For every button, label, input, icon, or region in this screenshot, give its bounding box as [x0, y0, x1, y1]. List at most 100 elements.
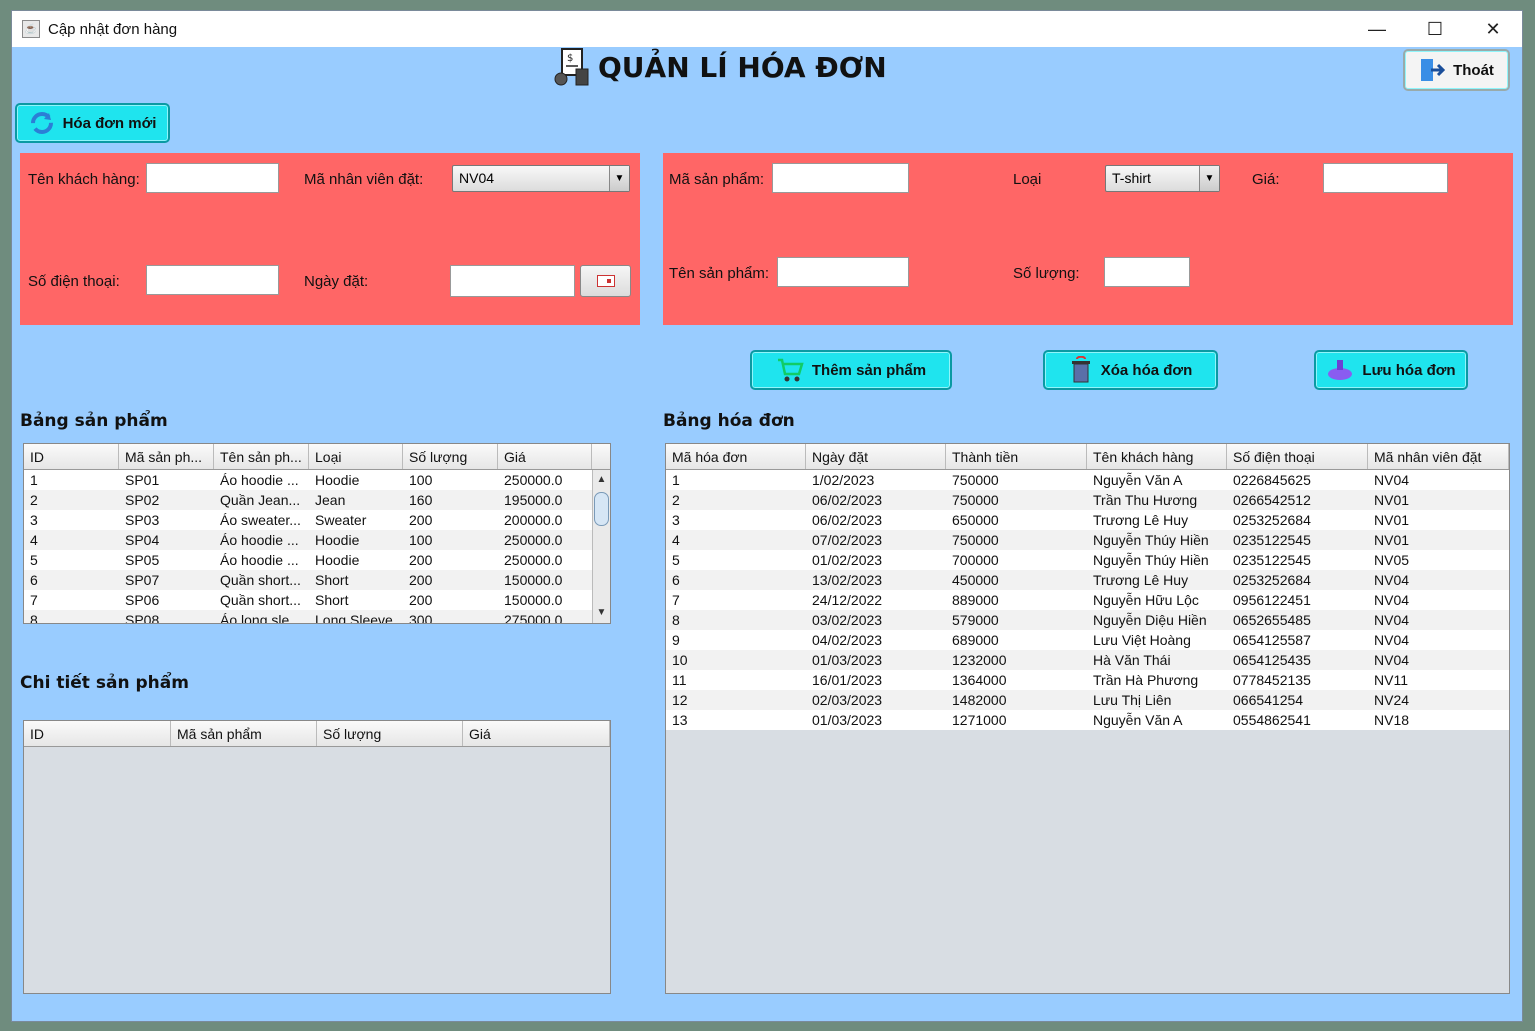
table-row[interactable]: 13 01/03/2023 1271000 Nguyễn Văn A 055486254… — [666, 710, 1509, 730]
table-row[interactable]: 4 SP04 Áo hoodie ... Hoodie 100 250000.0 — [24, 530, 610, 550]
table-cell: Hoodie — [315, 472, 360, 488]
chevron-down-icon: ▼ — [609, 166, 629, 191]
table-cell: 0554862541 — [1233, 712, 1311, 728]
cart-icon — [776, 357, 804, 383]
table-row[interactable]: 7 24/12/2022 889000 Nguyễn Hữu Lộc 095612245… — [666, 590, 1509, 610]
table-cell: 300 — [409, 612, 433, 624]
table-cell: NV04 — [1374, 572, 1410, 588]
table-cell: 02/03/2023 — [812, 692, 883, 708]
table-cell: Quần short... — [220, 592, 301, 608]
table-row[interactable]: 8 SP08 Áo long sle... Long Sleeve 300 275000.… — [24, 610, 610, 624]
column-header[interactable]: Loại — [309, 444, 403, 469]
products-scrollbar[interactable]: ▲ ▼ — [592, 470, 610, 623]
scroll-up-icon[interactable]: ▲ — [593, 472, 610, 488]
table-cell: Nguyễn Văn A — [1093, 712, 1183, 728]
table-row[interactable]: 6 SP07 Quần short... Short 200 150000.0 — [24, 570, 610, 590]
scroll-down-icon[interactable]: ▼ — [593, 605, 610, 621]
price-label: Giá: — [1252, 171, 1280, 188]
phone-input[interactable] — [146, 265, 279, 295]
table-row[interactable]: 2 SP02 Quần Jean... Jean 160 195000.0 — [24, 490, 610, 510]
table-cell: 11 — [672, 672, 687, 688]
table-cell: 07/02/2023 — [812, 532, 883, 548]
calendar-button[interactable] — [580, 265, 631, 297]
table-cell: 689000 — [952, 632, 999, 648]
products-table[interactable]: ID Mã sản ph... Tên sản ph... Loại Số lượng G… — [23, 443, 611, 624]
column-header[interactable]: Mã sản ph... — [119, 444, 214, 469]
price-input[interactable] — [1323, 163, 1448, 193]
column-header[interactable]: Tên sản ph... — [214, 444, 309, 469]
table-cell: NV11 — [1374, 672, 1408, 688]
java-app-icon: ☕ — [22, 20, 40, 38]
table-row[interactable]: 9 04/02/2023 689000 Lưu Việt Hoàng 065412558… — [666, 630, 1509, 650]
table-cell: SP01 — [125, 472, 160, 488]
product-code-input[interactable] — [772, 163, 909, 193]
customer-name-input[interactable] — [146, 163, 279, 193]
scroll-thumb[interactable] — [594, 492, 609, 526]
table-row[interactable]: 11 16/01/2023 1364000 Trần Hà Phương 0778452… — [666, 670, 1509, 690]
column-header[interactable]: Thành tiền — [946, 444, 1087, 469]
table-cell: 1 — [30, 472, 38, 488]
employee-select[interactable]: NV04 ▼ — [452, 165, 630, 192]
column-header[interactable]: Mã hóa đơn — [666, 444, 806, 469]
product-name-input[interactable] — [777, 257, 909, 287]
table-row[interactable]: 6 13/02/2023 450000 Trương Lê Huy 0253252684… — [666, 570, 1509, 590]
details-table[interactable]: ID Mã sản phẩm Số lượng Giá — [23, 720, 611, 994]
add-product-button[interactable]: Thêm sản phẩm — [750, 350, 952, 390]
table-row[interactable]: 2 06/02/2023 750000 Trần Thu Hương 026654251… — [666, 490, 1509, 510]
table-cell: SP02 — [125, 492, 160, 508]
table-cell: 8 — [672, 612, 680, 628]
type-select[interactable]: T-shirt ▼ — [1105, 165, 1220, 192]
table-row[interactable]: 7 SP06 Quần short... Short 200 150000.0 — [24, 590, 610, 610]
column-header[interactable]: Tên khách hàng — [1087, 444, 1227, 469]
table-row[interactable]: 1 1/02/2023 750000 Nguyễn Văn A 0226845625 NV… — [666, 470, 1509, 490]
quantity-input[interactable] — [1104, 257, 1190, 287]
minimize-icon[interactable]: — — [1348, 11, 1406, 47]
table-row[interactable]: 10 01/03/2023 1232000 Hà Văn Thái 0654125435… — [666, 650, 1509, 670]
save-invoice-button[interactable]: Lưu hóa đơn — [1314, 350, 1468, 390]
column-header[interactable]: ID — [24, 721, 171, 746]
main-content: $ QUẢN LÍ HÓA ĐƠN Thoát Hóa đơn mới Tên … — [12, 47, 1522, 1021]
table-cell: 200 — [409, 592, 433, 608]
table-cell: 7 — [672, 592, 680, 608]
table-cell: NV01 — [1374, 512, 1410, 528]
table-cell: SP07 — [125, 572, 160, 588]
column-header[interactable]: Số lượng — [317, 721, 463, 746]
table-cell: 1232000 — [952, 652, 1007, 668]
table-cell: 13 — [672, 712, 688, 728]
table-row[interactable]: 3 06/02/2023 650000 Trương Lê Huy 0253252684… — [666, 510, 1509, 530]
column-header[interactable]: Giá — [498, 444, 592, 469]
window-title: Cập nhật đơn hàng — [48, 20, 178, 38]
maximize-icon[interactable]: ☐ — [1406, 11, 1464, 47]
table-cell: Short — [315, 572, 349, 588]
table-row[interactable]: 5 01/02/2023 700000 Nguyễn Thúy Hiền 0235122… — [666, 550, 1509, 570]
new-invoice-button[interactable]: Hóa đơn mới — [15, 103, 170, 143]
table-cell: 16/01/2023 — [812, 672, 883, 688]
column-header[interactable]: Giá — [463, 721, 610, 746]
table-cell: 100 — [409, 532, 433, 548]
invoices-table[interactable]: Mã hóa đơn Ngày đặt Thành tiền Tên khách hà… — [665, 443, 1510, 994]
column-header[interactable]: Mã sản phẩm — [171, 721, 317, 746]
table-cell: NV01 — [1374, 492, 1410, 508]
table-cell: 066541254 — [1233, 692, 1304, 708]
table-cell: 1364000 — [952, 672, 1007, 688]
delete-invoice-button[interactable]: Xóa hóa đơn — [1043, 350, 1218, 390]
table-row[interactable]: 3 SP03 Áo sweater... Sweater 200 200000.0 — [24, 510, 610, 530]
table-cell: NV05 — [1374, 552, 1410, 568]
table-row[interactable]: 4 07/02/2023 750000 Nguyễn Thúy Hiền 0235122… — [666, 530, 1509, 550]
table-cell: 750000 — [952, 472, 999, 488]
column-header[interactable]: Số điện thoại — [1227, 444, 1368, 469]
table-cell: Short — [315, 592, 349, 608]
table-row[interactable]: 8 03/02/2023 579000 Nguyễn Diệu Hiền 0652655… — [666, 610, 1509, 630]
column-header[interactable]: Ngày đặt — [806, 444, 946, 469]
close-icon[interactable]: ✕ — [1464, 11, 1522, 47]
column-header[interactable]: ID — [24, 444, 119, 469]
column-header[interactable]: Mã nhân viên đặt — [1368, 444, 1509, 469]
table-row[interactable]: 1 SP01 Áo hoodie ... Hoodie 100 250000.0 — [24, 470, 610, 490]
date-input[interactable] — [450, 265, 575, 297]
table-cell: 160 — [409, 492, 433, 508]
column-header[interactable]: Số lượng — [403, 444, 498, 469]
exit-button[interactable]: Thoát — [1403, 49, 1510, 91]
table-row[interactable]: 12 02/03/2023 1482000 Lưu Thị Liên 066541254… — [666, 690, 1509, 710]
table-cell: Áo sweater... — [220, 512, 301, 528]
table-row[interactable]: 5 SP05 Áo hoodie ... Hoodie 200 250000.0 — [24, 550, 610, 570]
